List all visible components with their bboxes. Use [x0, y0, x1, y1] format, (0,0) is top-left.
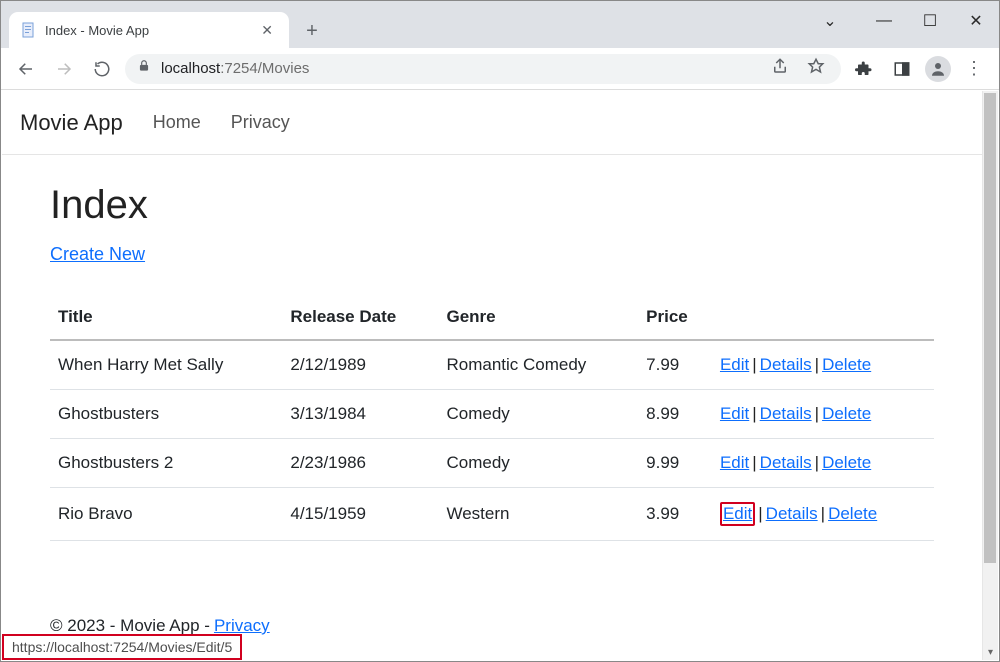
bookmark-star-icon[interactable] [803, 57, 829, 80]
nav-privacy[interactable]: Privacy [231, 112, 290, 133]
delete-link[interactable]: Delete [822, 453, 871, 472]
cell-title: When Harry Met Sally [50, 340, 282, 390]
cell-release-date: 2/23/1986 [282, 439, 438, 488]
cell-title: Ghostbusters 2 [50, 439, 282, 488]
footer-privacy-link[interactable]: Privacy [214, 616, 270, 636]
page-favicon-icon [21, 22, 37, 38]
status-url: https://localhost:7254/Movies/Edit/5 [12, 639, 232, 655]
delete-link[interactable]: Delete [822, 355, 871, 374]
cell-price: 9.99 [638, 439, 712, 488]
th-release-date: Release Date [282, 295, 438, 340]
tab-title: Index - Movie App [45, 23, 257, 38]
cell-title: Rio Bravo [50, 488, 282, 541]
forward-button[interactable] [49, 54, 79, 84]
browser-tab[interactable]: Index - Movie App ✕ [9, 12, 289, 48]
cell-release-date: 3/13/1984 [282, 390, 438, 439]
cell-release-date: 2/12/1989 [282, 340, 438, 390]
table-row: When Harry Met Sally 2/12/1989 Romantic … [50, 340, 934, 390]
scrollbar-down-arrow-icon[interactable]: ▾ [982, 644, 998, 660]
site-footer: © 2023 - Movie App - Privacy [50, 616, 270, 636]
reload-button[interactable] [87, 54, 117, 84]
window-close-icon[interactable]: ✕ [953, 5, 999, 37]
cell-price: 7.99 [638, 340, 712, 390]
page-title: Index [50, 183, 934, 228]
nav-home[interactable]: Home [153, 112, 201, 133]
delete-link[interactable]: Delete [822, 404, 871, 423]
url-text: localhost:7254/Movies [161, 60, 309, 77]
tab-search-icon[interactable]: ⌄ [807, 5, 853, 37]
table-row: Ghostbusters 3/13/1984 Comedy 8.99 Edit|… [50, 390, 934, 439]
cell-genre: Comedy [438, 439, 638, 488]
cell-genre: Romantic Comedy [438, 340, 638, 390]
cell-genre: Western [438, 488, 638, 541]
vertical-scrollbar[interactable] [982, 91, 998, 644]
back-button[interactable] [11, 54, 41, 84]
th-genre: Genre [438, 295, 638, 340]
page-content: Movie App Home Privacy Index Create New … [2, 91, 982, 660]
footer-copyright: © 2023 - Movie App - [50, 616, 210, 636]
movies-table: Title Release Date Genre Price When Harr… [50, 295, 934, 541]
address-bar[interactable]: localhost:7254/Movies [125, 54, 841, 84]
th-actions [712, 295, 934, 340]
edit-link[interactable]: Edit [723, 504, 752, 523]
browser-titlebar: Index - Movie App ✕ + ⌄ — ☐ ✕ [1, 1, 999, 48]
edit-link-highlighted: Edit [720, 502, 755, 526]
browser-viewport: Movie App Home Privacy Index Create New … [2, 91, 998, 660]
cell-release-date: 4/15/1959 [282, 488, 438, 541]
table-header-row: Title Release Date Genre Price [50, 295, 934, 340]
new-tab-button[interactable]: + [297, 16, 327, 46]
kebab-menu-icon[interactable]: ⋮ [959, 58, 989, 79]
window-maximize-icon[interactable]: ☐ [907, 5, 953, 37]
details-link[interactable]: Details [760, 404, 812, 423]
cell-title: Ghostbusters [50, 390, 282, 439]
edit-link[interactable]: Edit [720, 404, 749, 423]
delete-link[interactable]: Delete [828, 504, 877, 523]
brand-link[interactable]: Movie App [20, 110, 123, 136]
cell-genre: Comedy [438, 390, 638, 439]
table-row: Rio Bravo 4/15/1959 Western 3.99 Edit|De… [50, 488, 934, 541]
create-new-link[interactable]: Create New [50, 244, 145, 264]
share-icon[interactable] [767, 57, 793, 80]
cell-price: 3.99 [638, 488, 712, 541]
details-link[interactable]: Details [760, 453, 812, 472]
cell-actions: Edit|Details|Delete [712, 488, 934, 541]
edit-link[interactable]: Edit [720, 355, 749, 374]
extensions-icon[interactable] [849, 60, 879, 78]
site-navbar: Movie App Home Privacy [2, 91, 982, 155]
th-title: Title [50, 295, 282, 340]
cell-actions: Edit|Details|Delete [712, 390, 934, 439]
cell-actions: Edit|Details|Delete [712, 439, 934, 488]
cell-price: 8.99 [638, 390, 712, 439]
browser-toolbar: localhost:7254/Movies ⋮ [1, 48, 999, 90]
table-row: Ghostbusters 2 2/23/1986 Comedy 9.99 Edi… [50, 439, 934, 488]
lock-icon [137, 59, 151, 78]
window-minimize-icon[interactable]: — [861, 5, 907, 37]
status-bar: https://localhost:7254/Movies/Edit/5 [2, 634, 242, 660]
tab-close-icon[interactable]: ✕ [257, 18, 277, 43]
edit-link[interactable]: Edit [720, 453, 749, 472]
cell-actions: Edit|Details|Delete [712, 340, 934, 390]
th-price: Price [638, 295, 712, 340]
details-link[interactable]: Details [766, 504, 818, 523]
reading-list-icon[interactable] [887, 60, 917, 78]
profile-avatar-icon[interactable] [925, 56, 951, 82]
scrollbar-thumb[interactable] [984, 93, 996, 563]
details-link[interactable]: Details [760, 355, 812, 374]
